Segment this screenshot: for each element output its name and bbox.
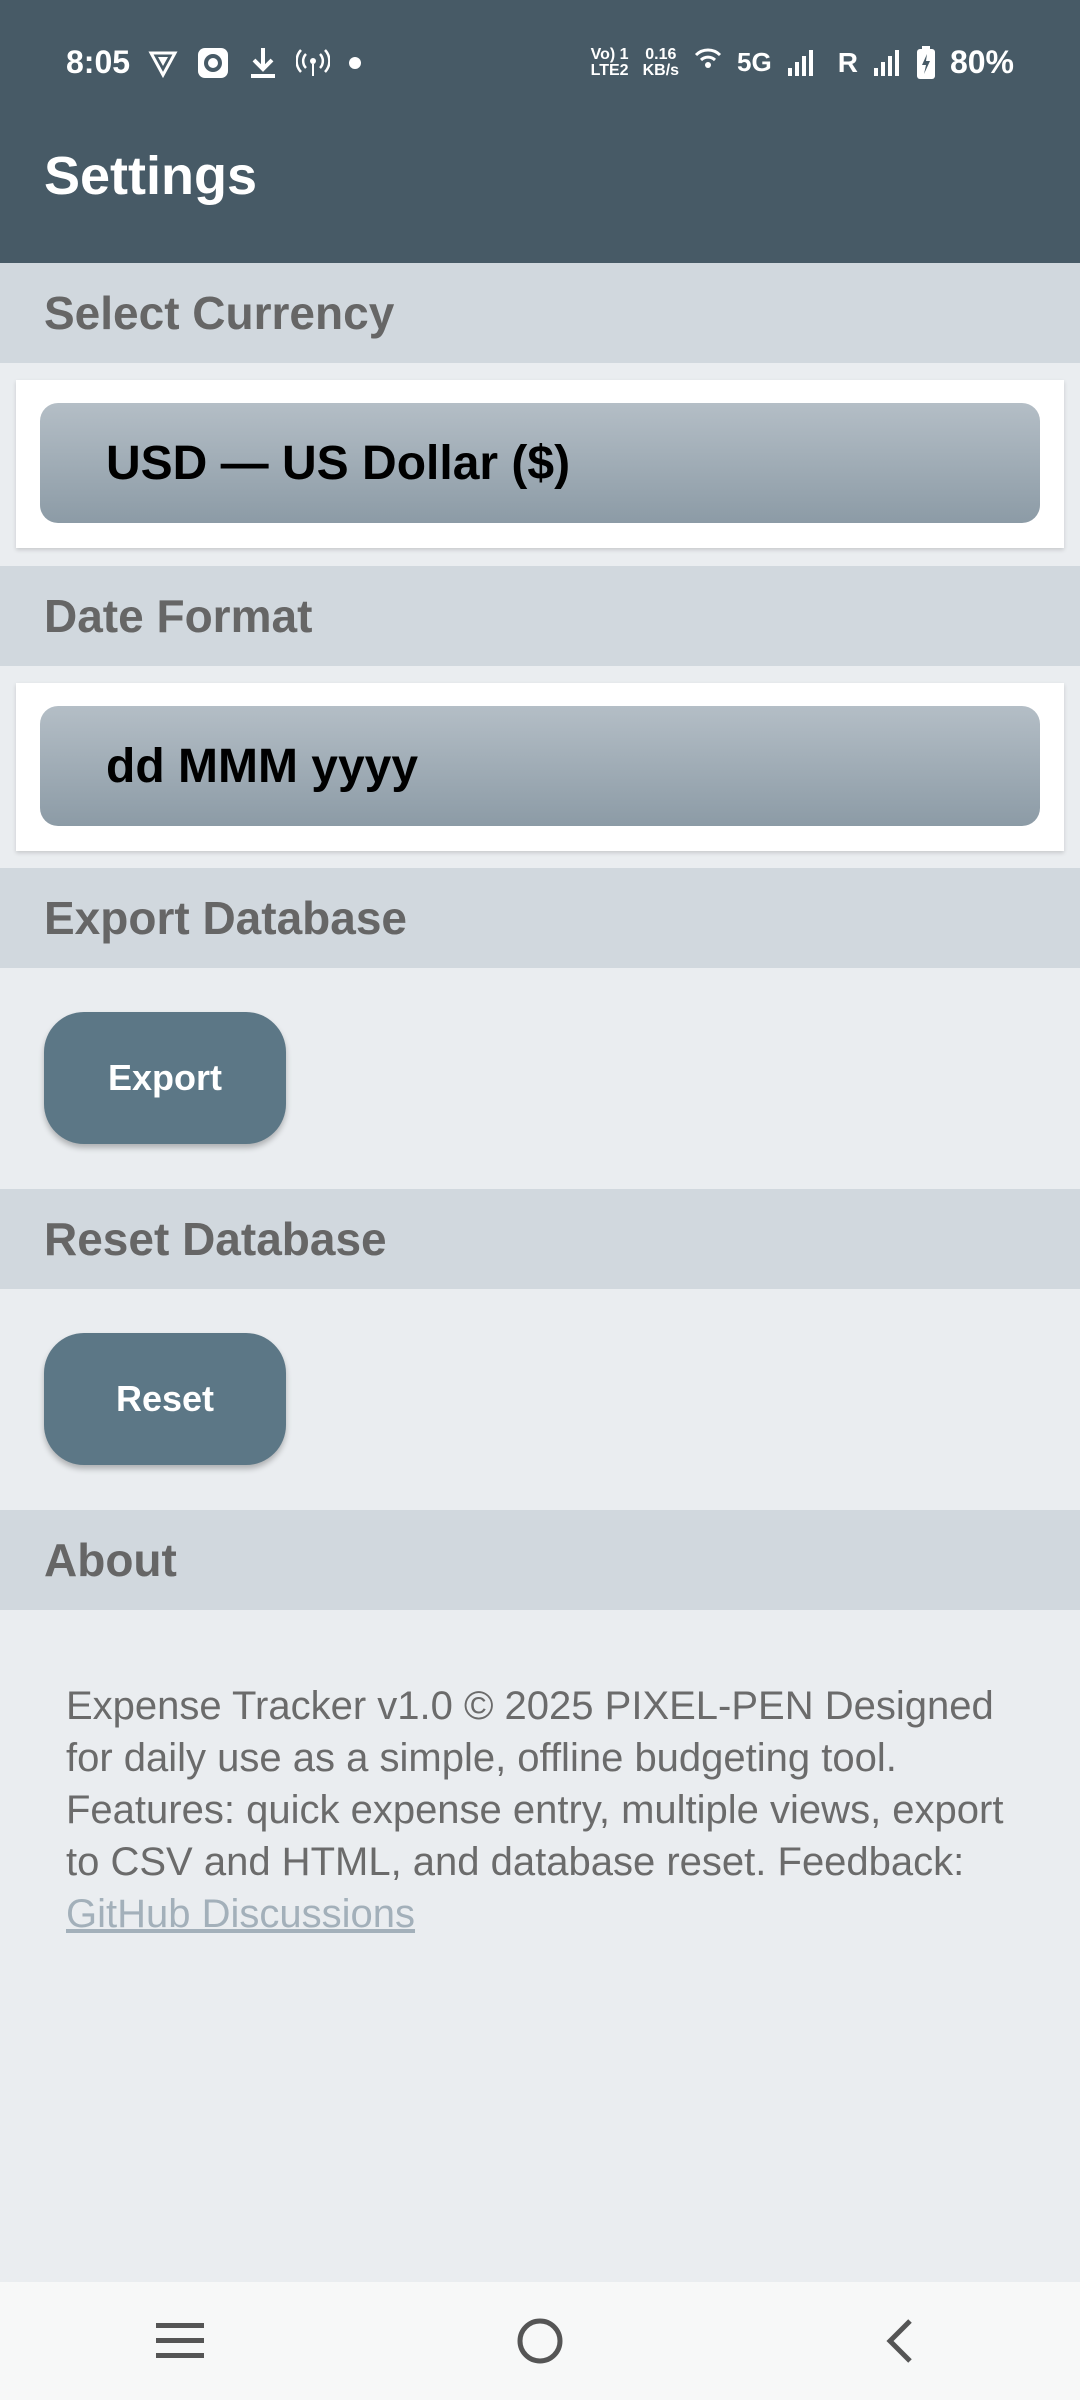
section-header-reset: Reset Database [0,1189,1080,1289]
date-format-dropdown[interactable]: dd MMM yyyy [40,706,1040,826]
about-text: Expense Tracker v1.0 © 2025 PIXEL-PEN De… [66,1680,1026,1940]
currency-card: USD — US Dollar ($) [16,380,1064,548]
section-header-currency: Select Currency [0,263,1080,363]
signal-strength-2-icon [872,48,902,78]
back-chevron-icon[interactable] [840,2296,960,2386]
roaming-indicator: R [837,46,858,78]
status-bar: 8:05 Vo) 1 LTE2 0.16 KB/s 5G R 80% [0,0,1080,125]
signal-strength-icon [786,48,816,78]
export-button[interactable]: Export [44,1012,286,1144]
battery-charging-icon [916,45,936,80]
home-circle-icon[interactable] [480,2296,600,2386]
camera-app-icon [196,46,230,80]
about-body: Expense Tracker v1.0 © 2025 PIXEL-PEN De… [66,1684,1004,1884]
section-header-date-format-label: Date Format [44,590,313,642]
volte-top: Vo) 1 [590,45,629,63]
net-speed-value: 0.16 [645,45,677,63]
volte-indicator: Vo) 1 LTE2 [590,45,629,79]
menu-icon[interactable] [120,2296,240,2386]
github-discussions-link[interactable]: GitHub Discussions [66,1892,415,1936]
reset-button-label: Reset [115,1378,215,1419]
date-format-card: dd MMM yyyy [16,683,1064,851]
download-icon [248,46,278,80]
reset-button[interactable]: Reset [44,1333,286,1465]
section-header-reset-label: Reset Database [44,1213,387,1265]
currency-selected-value: USD — US Dollar ($) [106,436,571,490]
app-bar: 8:05 Vo) 1 LTE2 0.16 KB/s 5G R 80% Setti… [0,0,1080,263]
section-header-about: About [0,1510,1080,1610]
currency-dropdown[interactable]: USD — US Dollar ($) [40,403,1040,523]
battery-percent: 80% [949,44,1014,80]
system-nav-bar [0,2282,1080,2400]
section-header-export: Export Database [0,868,1080,968]
network-type: 5G [737,47,772,77]
section-header-currency-label: Select Currency [44,287,395,339]
export-button-label: Export [107,1057,222,1098]
notification-dot-icon [348,56,362,70]
vpn-shield-icon [148,48,178,78]
wifi-calling-icon [693,48,723,78]
section-header-export-label: Export Database [44,892,408,944]
status-time: 8:05 [66,44,131,80]
section-header-about-label: About [44,1534,177,1586]
page-title: Settings [44,146,258,206]
net-speed-unit: KB/s [642,61,680,79]
hotspot-icon [296,48,331,78]
net-speed: 0.16 KB/s [642,45,680,79]
volte-bottom: LTE2 [590,61,629,79]
section-header-date-format: Date Format [0,566,1080,666]
date-format-selected-value: dd MMM yyyy [106,739,419,793]
